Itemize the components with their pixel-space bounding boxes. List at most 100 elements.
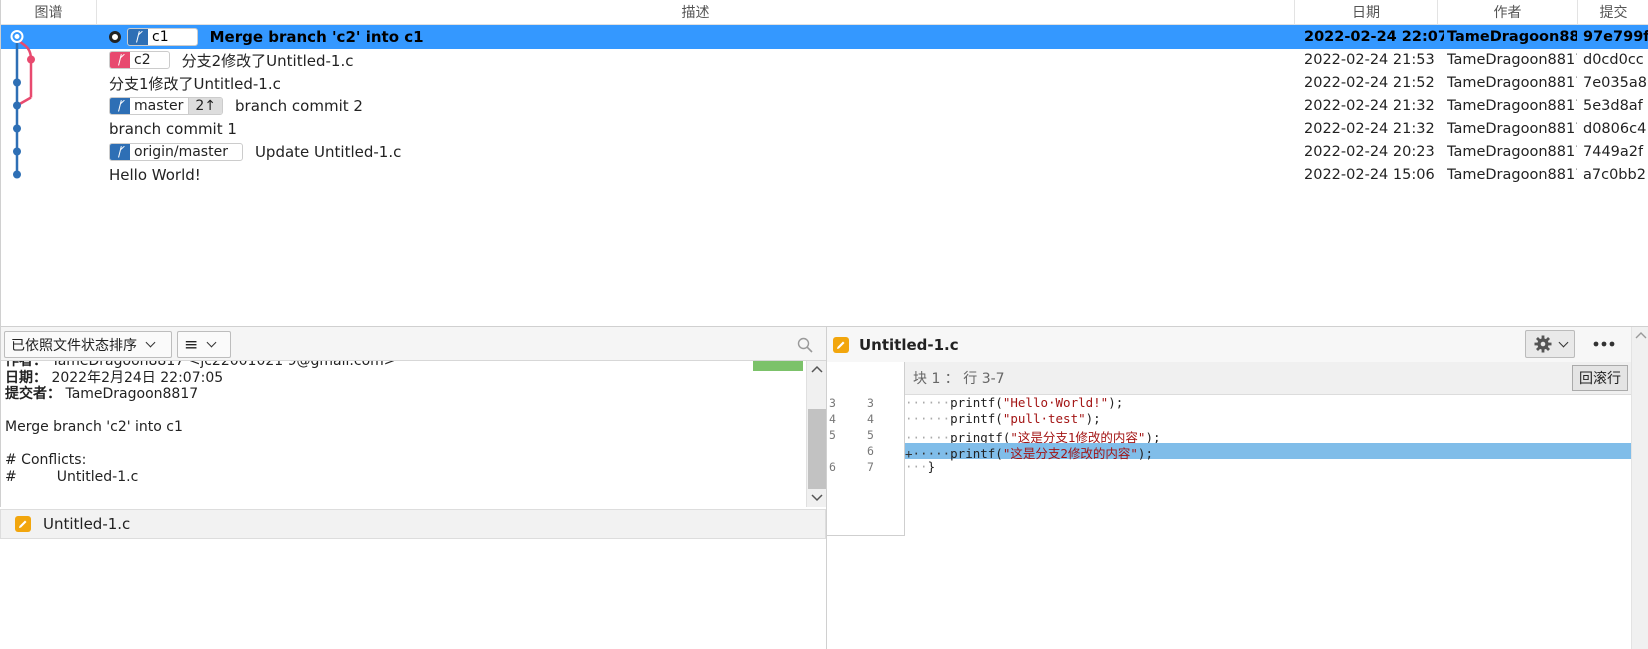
commit-author: TameDragoon8817 (1447, 75, 1577, 91)
commit-hash: d0806c4 (1583, 121, 1647, 137)
commit-hash: 5e3d8af (1583, 98, 1643, 114)
chevron-down-icon (1558, 337, 1568, 347)
column-header-author[interactable]: 作者 (1438, 0, 1578, 25)
diff-line[interactable]: ······printf("pull·test"); (905, 411, 1631, 427)
more-icon (1593, 341, 1615, 347)
commit-author: TameDragoon8817 (1447, 98, 1577, 114)
view-mode-dropdown[interactable]: ≡ (177, 331, 231, 358)
commit-row[interactable]: ᚴ c1 Merge branch 'c2' into c1 2022-02-24 2… (1, 25, 1648, 49)
commit-message: Hello World! (109, 166, 201, 184)
code-text: ); (1085, 411, 1101, 426)
new-line-number: 4 (867, 412, 874, 426)
branch-icon: ᚴ (128, 29, 148, 45)
message-line: Merge branch 'c2' into c1 (5, 419, 183, 435)
column-header-graph[interactable]: 图谱 (1, 0, 97, 25)
commit-row[interactable]: branch commit 1 2022-02-24 21:32 TameDrago… (1, 117, 1648, 141)
code-text: printf( (950, 395, 1003, 410)
branch-badge[interactable]: ᚴ c2 (109, 51, 170, 69)
search-icon[interactable] (797, 337, 813, 353)
old-line-number: 5 (829, 428, 836, 442)
diff-scrollbar[interactable] (1631, 327, 1648, 649)
diff-line-added[interactable]: +·····printf("这是分支2修改的内容"); (905, 443, 1631, 461)
diff-line[interactable]: ···} (905, 459, 1631, 475)
commit-message: Merge branch 'c2' into c1 (209, 28, 424, 46)
chevron-down-icon (206, 337, 217, 348)
message-line: # Untitled-1.c (5, 468, 139, 485)
commit-row[interactable]: 分支1修改了Untitled-1.c 2022-02-24 21:52 TameDr… (1, 71, 1648, 95)
chevron-down-icon[interactable] (811, 494, 823, 502)
commit-row[interactable]: ᚴ master 2↑ branch commit 2 2022-02-24 21:32… (1, 94, 1648, 118)
sort-mode-dropdown[interactable]: 已依照文件状态排序 (4, 331, 172, 358)
branch-icon: ᚴ (110, 98, 130, 114)
hunk-header: 块 1 ： 行 3-7 回滚行 (905, 362, 1631, 395)
commit-row[interactable]: ᚴ c2 分支2修改了Untitled-1.c 2022-02-24 21:53 Tam… (1, 48, 1648, 72)
new-line-number: 6 (867, 444, 874, 458)
commit-details: 作者： TameDragoon8817 <jc22001021 9@gmail.… (0, 361, 806, 507)
branch-badge[interactable]: ᚴ master 2↑ (109, 97, 224, 115)
old-line-number: 6 (829, 460, 836, 474)
commit-date: 2022-02-24 21:32 (1304, 121, 1435, 137)
chevron-down-icon (145, 337, 156, 348)
more-options-button[interactable] (1587, 330, 1621, 358)
history-panel: 图谱 描述 日期 作者 提交 ᚴ c1 Merge branch 'c2' into… (0, 0, 1648, 326)
commit-graph (10, 30, 35, 179)
commit-row[interactable]: ᚴ origin/master Update Untitled-1.c 2022-02… (1, 140, 1648, 164)
commit-author: TameDragoon8817 (1447, 121, 1577, 137)
diff-file-name: Untitled-1.c (859, 335, 959, 354)
sort-mode-label: 已依照文件状态排序 (11, 337, 137, 354)
commit-description: branch commit 1 (109, 117, 237, 141)
chevron-up-icon[interactable] (1635, 331, 1647, 339)
branch-icon: ᚴ (110, 144, 130, 160)
date-line: 日期： 2022年2月24日 22:07:05 (5, 369, 224, 386)
commit-description: ᚴ origin/master Update Untitled-1.c (109, 140, 401, 164)
revert-hunk-button[interactable]: 回滚行 (1572, 365, 1628, 391)
whitespace-marker: ··· (905, 459, 928, 474)
commit-date: 2022-02-24 22:07 (1304, 29, 1444, 45)
diff-line[interactable]: ······printf("Hello·World!"); (905, 395, 1631, 411)
branch-badge[interactable]: ᚴ c1 (127, 28, 198, 46)
graph-node (13, 78, 21, 87)
modified-file-icon (15, 516, 31, 532)
branch-icon: ᚴ (110, 52, 130, 68)
chevron-up-icon[interactable] (811, 365, 823, 373)
commit-message: 分支1修改了Untitled-1.c (109, 74, 281, 93)
ahead-count-badge: 2↑ (188, 98, 223, 114)
avatar (753, 361, 803, 371)
column-header-date[interactable]: 日期 (1295, 0, 1438, 25)
commit-hash: a7c0bb2 (1583, 167, 1646, 183)
commit-description: 分支1修改了Untitled-1.c (109, 71, 281, 95)
graph-node-head (12, 32, 22, 41)
message-line: # Conflicts: (5, 452, 87, 468)
new-line-number: 3 (867, 396, 874, 410)
scrollbar-thumb[interactable] (808, 409, 826, 489)
commit-date: 2022-02-24 21:32 (1304, 98, 1435, 114)
message-line (1, 436, 806, 453)
branch-name: c1 (152, 29, 169, 45)
branch-name: origin/master (134, 144, 228, 160)
diff-settings-button[interactable] (1525, 330, 1575, 358)
changed-file-item[interactable]: Untitled-1.c (0, 509, 826, 539)
commit-description: ᚴ master 2↑ branch commit 2 (109, 94, 363, 118)
commit-hash: 7449a2f (1583, 144, 1644, 160)
details-scrollbar[interactable] (806, 361, 826, 507)
hunk-label: 块 1 ： 行 3-7 (913, 371, 1005, 387)
code-string: "pull·test" (1002, 411, 1086, 426)
column-header-commit[interactable]: 提交 (1578, 0, 1648, 25)
commit-author: TameDragoon8817 (1447, 29, 1577, 45)
column-header-description[interactable]: 描述 (97, 0, 1295, 25)
old-line-number: 3 (829, 396, 836, 410)
code-string: "Hello·World!" (1002, 395, 1109, 410)
line-number-gutter: 3 3 4 4 5 5 6 6 7 (827, 362, 905, 536)
commit-row[interactable]: Hello World! 2022-02-24 15:06 TameDragoon8… (1, 163, 1648, 187)
commit-date: 2022-02-24 20:23 (1304, 144, 1435, 160)
commit-author: TameDragoon8817 (1447, 52, 1577, 68)
graph-node (13, 101, 21, 110)
commit-author: TameDragoon8817 (1447, 144, 1577, 160)
gear-icon (1534, 335, 1551, 353)
branch-badge[interactable]: ᚴ origin/master (109, 143, 243, 161)
diff-line[interactable]: ······pringtf("这是分支1修改的内容"); (905, 427, 1631, 445)
commit-description: ᚴ c1 Merge branch 'c2' into c1 (109, 25, 424, 49)
commit-message: Update Untitled-1.c (254, 143, 402, 161)
committer-line: 提交者： TameDragoon8817 (5, 386, 199, 402)
